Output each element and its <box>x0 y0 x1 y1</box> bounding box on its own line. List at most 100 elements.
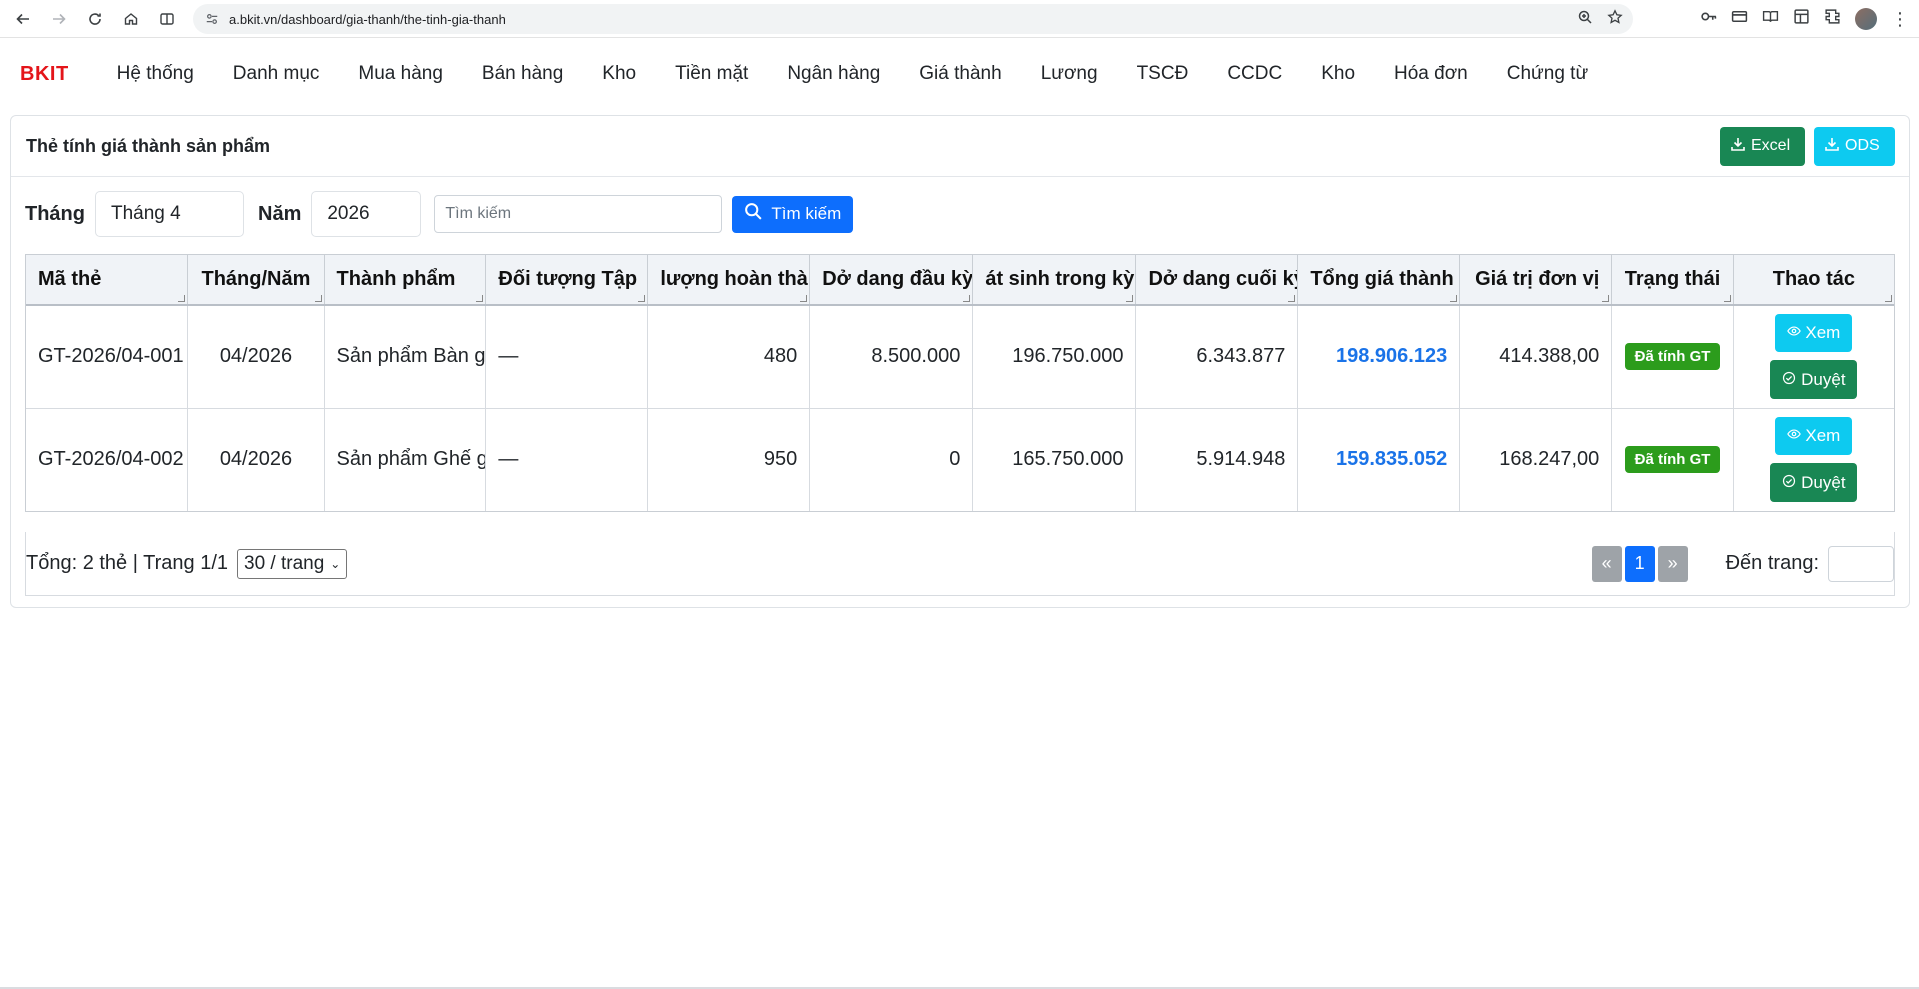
chevron-down-icon: ⌄ <box>330 556 341 571</box>
col-header-phat-sinh[interactable]: át sinh trong kỳ <box>972 255 1137 306</box>
approve-button-label: Duyệt <box>1801 369 1846 389</box>
back-icon[interactable] <box>8 4 38 34</box>
approve-button[interactable]: Duyệt <box>1770 463 1858 503</box>
filter-bar: Tháng Tháng 4 Năm 2026 Tìm kiếm Tìm kiếm <box>11 177 1909 251</box>
col-header-trang-thai[interactable]: Trạng thái <box>1611 255 1734 306</box>
col-header-gia-tri-don-vi[interactable]: Giá trị đơn vị <box>1459 255 1613 306</box>
view-button[interactable]: Xem <box>1775 314 1853 353</box>
month-select[interactable]: Tháng 4 <box>95 191 244 237</box>
zoom-icon[interactable] <box>1577 9 1593 30</box>
cell-period: 04/2026 <box>187 408 325 511</box>
menu-ban-hang[interactable]: Bán hàng <box>482 63 563 85</box>
table-header-row: Mã thẻ Tháng/Năm Thành phẩm Đối tượng Tậ… <box>26 255 1894 306</box>
menu-luong[interactable]: Lương <box>1041 63 1098 85</box>
menu-tien-mat[interactable]: Tiền mặt <box>675 63 748 85</box>
extensions-icon[interactable] <box>1824 8 1841 30</box>
split-view-icon[interactable] <box>152 4 182 34</box>
eye-icon <box>1787 426 1802 446</box>
col-header-do-dang-dau-ky[interactable]: Dở dang đầu kỳ <box>809 255 974 306</box>
cell-product: Sản phẩm Bàn g <box>324 305 487 409</box>
browser-toolbar: a.bkit.vn/dashboard/gia-thanh/the-tinh-g… <box>0 0 1919 38</box>
menu-mua-hang[interactable]: Mua hàng <box>358 63 443 85</box>
reload-icon[interactable] <box>80 4 110 34</box>
url-text[interactable]: a.bkit.vn/dashboard/gia-thanh/the-tinh-g… <box>229 12 1577 27</box>
main-menu: Hệ thống Danh mục Mua hàng Bán hàng Kho … <box>117 63 1628 85</box>
export-excel-button[interactable]: Excel <box>1720 126 1805 166</box>
tab-layout-icon[interactable] <box>1793 8 1810 30</box>
page-size-select[interactable]: 30 / trang ⌄ <box>237 548 348 579</box>
search-button[interactable]: Tìm kiếm <box>732 195 854 233</box>
table-row: GT-2026/04-001 04/2026 Sản phẩm Bàn g — … <box>26 305 1894 409</box>
menu-gia-thanh[interactable]: Giá thành <box>919 63 1001 85</box>
cell-actions: Xem Duyệt <box>1733 408 1894 511</box>
forward-icon[interactable] <box>44 4 74 34</box>
cell-unit-value: 414.388,00 <box>1459 305 1613 409</box>
pagination-summary: Tổng: 2 thẻ | Trang 1/1 <box>26 552 228 574</box>
col-header-do-dang-cuoi-ky[interactable]: Dở dang cuối kỳ <box>1135 255 1299 306</box>
approve-button[interactable]: Duyệt <box>1770 360 1858 400</box>
cell-status: Đã tính GT <box>1611 305 1734 409</box>
cell-qty: 950 <box>647 408 811 511</box>
menu-kho[interactable]: Kho <box>602 63 636 85</box>
menu-hoa-don[interactable]: Hóa đơn <box>1394 63 1468 85</box>
profile-avatar[interactable] <box>1855 8 1877 30</box>
costing-table: Mã thẻ Tháng/Năm Thành phẩm Đối tượng Tậ… <box>25 254 1895 512</box>
site-info-icon[interactable] <box>203 10 221 28</box>
brand-logo[interactable]: BKIT <box>20 63 69 86</box>
costing-card: Thẻ tính giá thành sản phẩm Excel ODS Th… <box>10 115 1910 608</box>
col-header-ma-the[interactable]: Mã thẻ <box>26 255 189 306</box>
cell-total: 198.906.123 <box>1297 305 1461 409</box>
cell-status: Đã tính GT <box>1611 408 1734 511</box>
menu-he-thong[interactable]: Hệ thống <box>117 63 194 85</box>
menu-chung-tu[interactable]: Chứng từ <box>1507 63 1588 85</box>
bookmark-star-icon[interactable] <box>1607 8 1623 30</box>
reading-mode-icon[interactable] <box>1762 8 1779 30</box>
cell-unit-value: 168.247,00 <box>1459 408 1613 511</box>
page-title: Thẻ tính giá thành sản phẩm <box>26 135 271 156</box>
cell-incurred: 165.750.000 <box>972 408 1137 511</box>
menu-danh-muc[interactable]: Danh mục <box>233 63 320 85</box>
page-1-button[interactable]: 1 <box>1624 545 1655 582</box>
table-row: GT-2026/04-002 04/2026 Sản phẩm Ghế g — … <box>26 408 1894 511</box>
export-ods-label: ODS <box>1845 137 1880 154</box>
address-bar[interactable]: a.bkit.vn/dashboard/gia-thanh/the-tinh-g… <box>193 4 1633 34</box>
export-ods-button[interactable]: ODS <box>1814 126 1895 166</box>
card-header: Thẻ tính giá thành sản phẩm Excel ODS <box>11 116 1909 177</box>
year-input[interactable]: 2026 <box>311 191 422 237</box>
month-label: Tháng <box>25 202 85 225</box>
col-header-so-luong[interactable]: lượng hoàn thành <box>647 255 811 306</box>
cell-qty: 480 <box>647 305 811 409</box>
year-label: Năm <box>258 202 302 225</box>
cell-total: 159.835.052 <box>1297 408 1461 511</box>
view-button-label: Xem <box>1805 323 1841 343</box>
goto-page-input[interactable] <box>1828 545 1894 582</box>
menu-kho-2[interactable]: Kho <box>1321 63 1355 85</box>
col-header-doi-tuong[interactable]: Đối tượng Tập <box>485 255 649 306</box>
cell-wip-begin: 0 <box>809 408 974 511</box>
table-footer: Tổng: 2 thẻ | Trang 1/1 30 / trang ⌄ « 1… <box>25 532 1895 596</box>
menu-tscd[interactable]: TSCĐ <box>1137 63 1189 85</box>
col-header-thao-tac[interactable]: Thao tác <box>1733 255 1894 306</box>
cell-actions: Xem Duyệt <box>1733 305 1894 409</box>
app-navbar: BKIT Hệ thống Danh mục Mua hàng Bán hàng… <box>0 38 1919 110</box>
menu-ngan-hang[interactable]: Ngân hàng <box>787 63 880 85</box>
password-key-icon[interactable] <box>1700 8 1717 30</box>
col-header-thang-nam[interactable]: Tháng/Năm <box>187 255 325 306</box>
approve-button-label: Duyệt <box>1801 472 1846 492</box>
payment-card-icon[interactable] <box>1731 8 1748 30</box>
status-badge: Đã tính GT <box>1624 446 1721 474</box>
next-page-button[interactable]: » <box>1657 545 1688 582</box>
export-excel-label: Excel <box>1751 137 1791 154</box>
home-icon[interactable] <box>116 4 146 34</box>
cell-object: — <box>485 305 649 409</box>
view-button[interactable]: Xem <box>1775 417 1853 456</box>
col-header-tong-gia-thanh[interactable]: Tổng giá thành <box>1297 255 1461 306</box>
menu-ccdc[interactable]: CCDC <box>1227 63 1282 85</box>
col-header-thanh-pham[interactable]: Thành phẩm <box>324 255 487 306</box>
cell-object: — <box>485 408 649 511</box>
more-menu-icon[interactable]: ⋮ <box>1891 10 1909 28</box>
goto-page-label: Đến trang: <box>1725 552 1819 574</box>
prev-page-button[interactable]: « <box>1591 545 1622 582</box>
cell-period: 04/2026 <box>187 305 325 409</box>
search-input[interactable]: Tìm kiếm <box>434 195 723 233</box>
